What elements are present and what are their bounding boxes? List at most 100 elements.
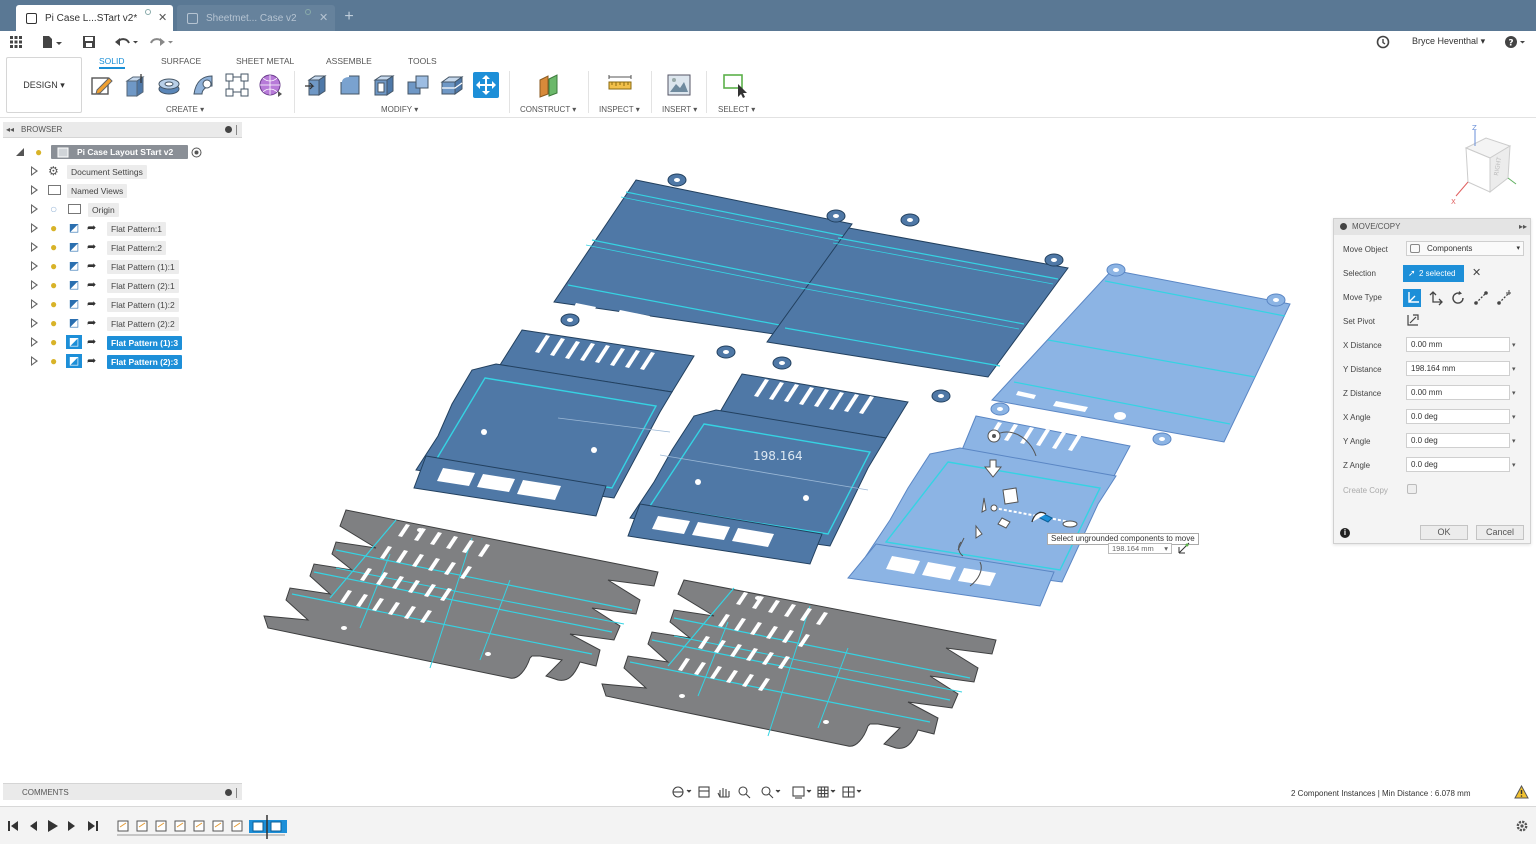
move-type-translate-button[interactable] <box>1426 289 1444 307</box>
tab-sheetmetal-case[interactable]: Sheetmet... Case v2 ✕ <box>177 5 335 31</box>
browser-item[interactable]: Named Views <box>3 181 242 200</box>
browser-item[interactable]: ● ◩ ➦ Flat Pattern (1):1 <box>3 257 242 276</box>
close-icon[interactable]: ✕ <box>319 11 328 24</box>
chevron-down-icon[interactable]: ▾ <box>1512 413 1516 421</box>
flat-pattern-base-right-selected[interactable] <box>847 415 1131 607</box>
expand-triangle-icon[interactable] <box>31 261 38 271</box>
press-pull-button[interactable] <box>303 72 329 98</box>
skip-to-start-icon[interactable] <box>8 821 18 831</box>
play-icon[interactable] <box>48 820 58 832</box>
measure-button[interactable] <box>607 72 633 98</box>
expand-triangle-icon[interactable] <box>31 356 38 366</box>
cancel-button[interactable]: Cancel <box>1476 525 1524 540</box>
expand-triangle-icon[interactable] <box>31 318 38 328</box>
job-status-clock-icon[interactable] <box>1376 34 1390 50</box>
modify-group-label[interactable]: MODIFY ▾ <box>381 105 418 114</box>
timeline-feature-icon[interactable] <box>174 820 186 832</box>
z-angle-input[interactable]: 0.0 deg <box>1406 457 1510 472</box>
step-back-icon[interactable] <box>30 821 37 831</box>
browser-header[interactable]: ◂◂ BROWSER <box>3 122 242 138</box>
activate-radio-icon[interactable] <box>191 147 202 158</box>
sweep-button[interactable] <box>190 72 216 98</box>
undo-icon[interactable] <box>114 34 140 50</box>
user-account-menu[interactable]: Bryce Heventhal ▾ <box>1412 36 1485 47</box>
expand-dialog-icon[interactable]: ▸▸ <box>1519 219 1527 235</box>
combine-button[interactable] <box>405 72 431 98</box>
timeline-feature-icon[interactable] <box>193 820 205 832</box>
tab-surface[interactable]: SURFACE <box>161 56 201 66</box>
tab-sheet-metal[interactable]: SHEET METAL <box>236 56 294 66</box>
flat-pattern-vent-sheet-left[interactable] <box>263 509 659 681</box>
workspace-switcher-button[interactable]: DESIGN ▾ <box>6 57 82 113</box>
orbit-icon[interactable] <box>672 786 692 798</box>
chevron-down-icon[interactable]: ▾ <box>1512 341 1516 349</box>
chevron-down-icon[interactable]: ▾ <box>1164 544 1168 553</box>
pan-hand-icon[interactable] <box>717 788 730 798</box>
visibility-bulb-icon[interactable]: ● <box>35 146 45 159</box>
help-icon[interactable]: ? <box>1504 34 1528 50</box>
move-type-rotate-button[interactable] <box>1449 289 1467 307</box>
browser-root-row[interactable]: ● Pi Case Layout STart v2 <box>3 143 242 162</box>
extrude-button[interactable] <box>122 72 148 98</box>
browser-item-label[interactable]: Flat Pattern:1 <box>107 222 167 236</box>
select-group-label[interactable]: SELECT ▾ <box>718 105 755 114</box>
form-button[interactable] <box>258 72 284 98</box>
move-type-point-to-point-button[interactable] <box>1472 289 1490 307</box>
timeline-feature-icon[interactable] <box>231 820 243 832</box>
pattern-button[interactable] <box>224 72 250 98</box>
chevron-down-icon[interactable]: ▾ <box>1512 437 1516 445</box>
distance-input[interactable]: 198.164 mm ▾ <box>1108 543 1172 554</box>
panel-grip-icon[interactable] <box>236 788 237 798</box>
clear-selection-icon[interactable]: ✕ <box>1472 266 1481 279</box>
insert-canvas-button[interactable] <box>666 72 692 98</box>
gear-icon[interactable] <box>1515 819 1529 833</box>
browser-item[interactable]: ● ◩ ➦ Flat Pattern:2 <box>3 238 242 257</box>
step-forward-icon[interactable] <box>68 821 75 831</box>
dialog-header[interactable]: MOVE/COPY ▸▸ <box>1334 219 1530 235</box>
new-tab-plus-icon[interactable]: + <box>339 7 359 27</box>
browser-item-label[interactable]: Flat Pattern (2):1 <box>107 279 179 293</box>
expand-triangle-icon[interactable] <box>31 223 38 233</box>
construct-plane-button[interactable] <box>536 72 562 98</box>
expand-triangle-icon[interactable] <box>31 166 38 176</box>
chevron-down-icon[interactable]: ▾ <box>1512 461 1516 469</box>
visibility-bulb-icon[interactable]: ● <box>50 222 60 235</box>
visibility-bulb-icon[interactable]: ● <box>50 260 60 273</box>
browser-item-label[interactable]: Flat Pattern (1):2 <box>107 298 179 312</box>
x-angle-input[interactable]: 0.0 deg <box>1406 409 1510 424</box>
browser-item-label[interactable]: Named Views <box>67 184 128 198</box>
expand-triangle-icon[interactable] <box>31 242 38 252</box>
expand-triangle-icon[interactable] <box>31 185 38 195</box>
select-window-button[interactable] <box>722 72 748 98</box>
fit-zoom-icon[interactable] <box>761 786 781 799</box>
browser-item[interactable]: ● ◩ ➦ Flat Pattern (2):3 <box>3 352 242 371</box>
pin-icon[interactable] <box>1340 223 1347 230</box>
chevron-down-icon[interactable]: ▾ <box>1512 389 1516 397</box>
insert-group-label[interactable]: INSERT ▾ <box>662 105 697 114</box>
expand-triangle-icon[interactable] <box>31 337 38 347</box>
grid-settings-icon[interactable] <box>817 786 836 798</box>
browser-item-label[interactable]: Flat Pattern (1):1 <box>107 260 179 274</box>
construct-group-label[interactable]: CONSTRUCT ▾ <box>520 105 576 114</box>
comments-panel[interactable]: COMMENTS <box>3 783 242 800</box>
fillet-button[interactable] <box>337 72 363 98</box>
timeline-feature-icon[interactable] <box>270 821 282 832</box>
visibility-bulb-icon[interactable]: ● <box>50 355 60 368</box>
tab-assemble[interactable]: ASSEMBLE <box>326 56 372 66</box>
view-cube[interactable]: RIGHT Z X <box>1446 124 1526 208</box>
x-distance-input[interactable]: 0.00 mm <box>1406 337 1510 352</box>
root-component-label[interactable]: Pi Case Layout STart v2 <box>51 145 188 159</box>
browser-item-label[interactable]: Flat Pattern (1):3 <box>107 336 183 350</box>
browser-item[interactable]: ○ Origin <box>3 200 242 219</box>
expand-triangle-icon[interactable] <box>31 280 38 290</box>
close-icon[interactable]: ✕ <box>158 11 167 24</box>
timeline-feature-icon[interactable] <box>117 820 129 832</box>
tab-pi-case-layout[interactable]: Pi Case L...STart v2* ✕ <box>16 5 173 31</box>
browser-item-label[interactable]: Origin <box>88 203 119 217</box>
ok-button[interactable]: OK <box>1420 525 1468 540</box>
move-type-point-to-position-button[interactable] <box>1495 289 1513 307</box>
redo-icon[interactable] <box>148 34 174 50</box>
move-copy-button[interactable] <box>473 72 499 98</box>
create-sketch-button[interactable] <box>89 72 115 98</box>
visibility-bulb-icon[interactable]: ● <box>50 298 60 311</box>
